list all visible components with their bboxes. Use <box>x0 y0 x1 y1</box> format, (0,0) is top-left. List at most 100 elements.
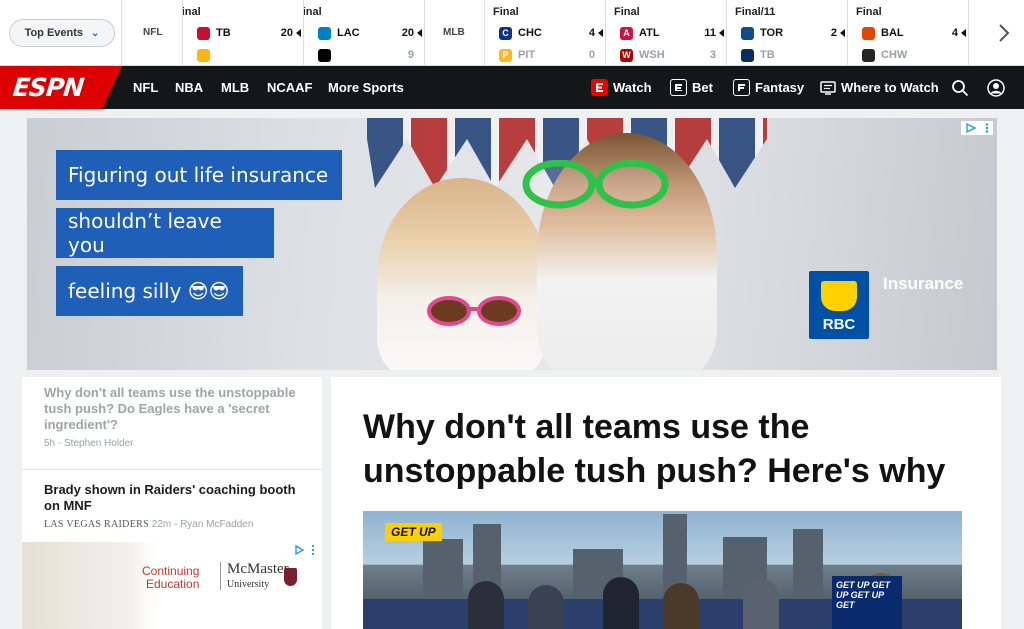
profile-button[interactable] <box>982 66 1010 109</box>
scoreboard-next-button[interactable] <box>992 18 1016 48</box>
ad-headline-line-3: feeling silly 😎😎 <box>56 266 243 316</box>
top-events-label: Top Events <box>24 27 84 39</box>
rbc-logo: RBC <box>809 271 869 339</box>
watch-button[interactable]: Watch <box>591 66 652 109</box>
league-label-mlb[interactable]: MLB <box>443 27 465 38</box>
game-card[interactable]: Final LAC 20 9 <box>304 0 424 66</box>
chevron-down-icon: ⌄ <box>91 27 100 39</box>
team-abbr: TB <box>216 27 231 39</box>
ad-headline-line-2: shouldn’t leave you <box>56 208 274 258</box>
ad-edu-line-2: Education <box>146 577 200 591</box>
game-card[interactable]: Final/11 TOR 2 TB <box>727 0 847 66</box>
adchoices-icon[interactable] <box>294 544 318 556</box>
user-avatar-icon <box>987 78 1005 97</box>
fantasy-label: Fantasy <box>755 80 805 95</box>
story-video[interactable]: GET UP GET UP GET UP GET UP GET <box>363 511 962 629</box>
show-tag: GET UP <box>385 523 442 541</box>
headline-item[interactable]: Brady shown in Raiders' coaching booth o… <box>22 482 322 530</box>
green-glasses-icon <box>522 160 669 209</box>
brand-text: ESPN <box>11 73 85 102</box>
top-story: Why don't all teams use the unstoppable … <box>331 377 1001 629</box>
ad-brand: McMaster <box>227 561 289 577</box>
rbc-brand-text: RBC <box>822 316 856 333</box>
game-card[interactable]: Final BAL 4 CHW <box>848 0 968 66</box>
nav-link-ncaaf[interactable]: NCAAF <box>267 66 313 109</box>
team-abbr: LAC <box>337 27 360 39</box>
bet-button[interactable]: Bet <box>670 66 713 109</box>
team-score: 4 <box>588 27 595 39</box>
top-events-dropdown[interactable]: Top Events ⌄ <box>9 19 115 47</box>
fantasy-button[interactable]: Fantasy <box>733 66 804 109</box>
headline-item[interactable]: Why don't all teams use the unstoppable … <box>22 385 322 449</box>
game-status: Final <box>493 6 519 18</box>
chevron-right-icon <box>999 24 1010 42</box>
adchoices-icon <box>965 123 976 133</box>
winner-arrow-icon <box>961 29 966 37</box>
headline-age: 5h <box>44 438 56 449</box>
team-score: 20 <box>280 27 293 39</box>
nav-link-nba[interactable]: NBA <box>175 66 203 109</box>
where-to-watch-label: Where to Watch <box>841 80 939 95</box>
game-status: Final <box>183 6 201 18</box>
espn-logo[interactable]: ESPN <box>0 66 122 109</box>
team-logo-icon <box>862 48 875 62</box>
hero-advertisement[interactable]: Figuring out life insurance shouldn’t le… <box>27 118 997 370</box>
team-logo-icon <box>318 26 331 40</box>
scoreboard-filter-area: Top Events ⌄ <box>0 0 122 66</box>
espn-plus-icon <box>591 79 608 96</box>
league-label-nfl[interactable]: NFL <box>143 27 162 38</box>
team-score: 0 <box>588 49 595 61</box>
team-abbr: BAL <box>881 27 904 39</box>
bet-label: Bet <box>692 80 713 95</box>
team-score: 11 <box>704 27 716 39</box>
team-logo-icon <box>318 48 331 62</box>
winner-arrow-icon <box>719 29 724 37</box>
headline-meta: 5h - Stephen Holder <box>44 438 134 449</box>
game-card[interactable]: Final A ATL 11 W WSH 3 <box>606 0 726 66</box>
winner-arrow-icon <box>598 29 603 37</box>
team-abbr: ATL <box>639 27 660 39</box>
studio-screen: GET UP GET UP GET UP GET <box>832 576 902 629</box>
search-icon <box>952 79 969 96</box>
game-status: Final <box>304 6 322 18</box>
story-headline[interactable]: Why don't all teams use the unstoppable … <box>363 405 983 493</box>
team-logo-icon: P <box>499 48 512 62</box>
game-card[interactable]: Final TB 20 <box>183 0 303 66</box>
mcmaster-logo-text: McMaster University <box>227 562 289 592</box>
fantasy-icon <box>733 79 750 96</box>
game-status: Final <box>614 6 640 18</box>
headline-age: 22m <box>151 519 172 530</box>
rbc-lion-icon <box>821 281 857 311</box>
team-logo-icon <box>741 26 754 40</box>
team-abbr: TOR <box>760 27 784 39</box>
adchoices-button[interactable] <box>961 121 993 135</box>
team-score: 9 <box>407 49 414 61</box>
headlines-list: Why don't all teams use the unstoppable … <box>22 377 322 629</box>
team-score: 4 <box>951 27 958 39</box>
main-nav: ESPN NFL NBA MLB NCAAF More Sports Watch… <box>0 66 1024 109</box>
nav-link-more-sports[interactable]: More Sports <box>328 66 404 109</box>
team-logo-icon: A <box>620 26 633 40</box>
nav-link-mlb[interactable]: MLB <box>221 66 249 109</box>
search-button[interactable] <box>946 66 974 109</box>
headline-meta: LAS VEGAS RAIDERS 22m - Ryan McFadden <box>44 519 254 530</box>
headline-team: LAS VEGAS RAIDERS <box>44 519 149 530</box>
headline-author: Ryan McFadden <box>180 519 254 530</box>
winner-arrow-icon <box>417 29 422 37</box>
crest-icon <box>284 568 297 586</box>
where-to-watch-button[interactable]: Where to Watch <box>820 66 939 109</box>
team-score: 20 <box>401 27 414 39</box>
headline-title: Brady shown in Raiders' coaching booth o… <box>44 482 296 513</box>
team-score: 3 <box>709 49 716 61</box>
winner-arrow-icon <box>840 29 845 37</box>
sidebar-advertisement[interactable]: Continuing Education McMaster University <box>22 542 322 629</box>
team-logo-icon: W <box>620 48 633 62</box>
pink-sunglasses-icon <box>427 296 521 326</box>
game-card[interactable]: Final C CHC 4 P PIT 0 <box>485 0 605 66</box>
divider <box>220 562 221 590</box>
ad-edu-text: Continuing Education <box>142 565 199 591</box>
team-logo-icon <box>741 48 754 62</box>
divider <box>22 469 322 470</box>
nav-link-nfl[interactable]: NFL <box>133 66 158 109</box>
team-score: 2 <box>830 27 837 39</box>
